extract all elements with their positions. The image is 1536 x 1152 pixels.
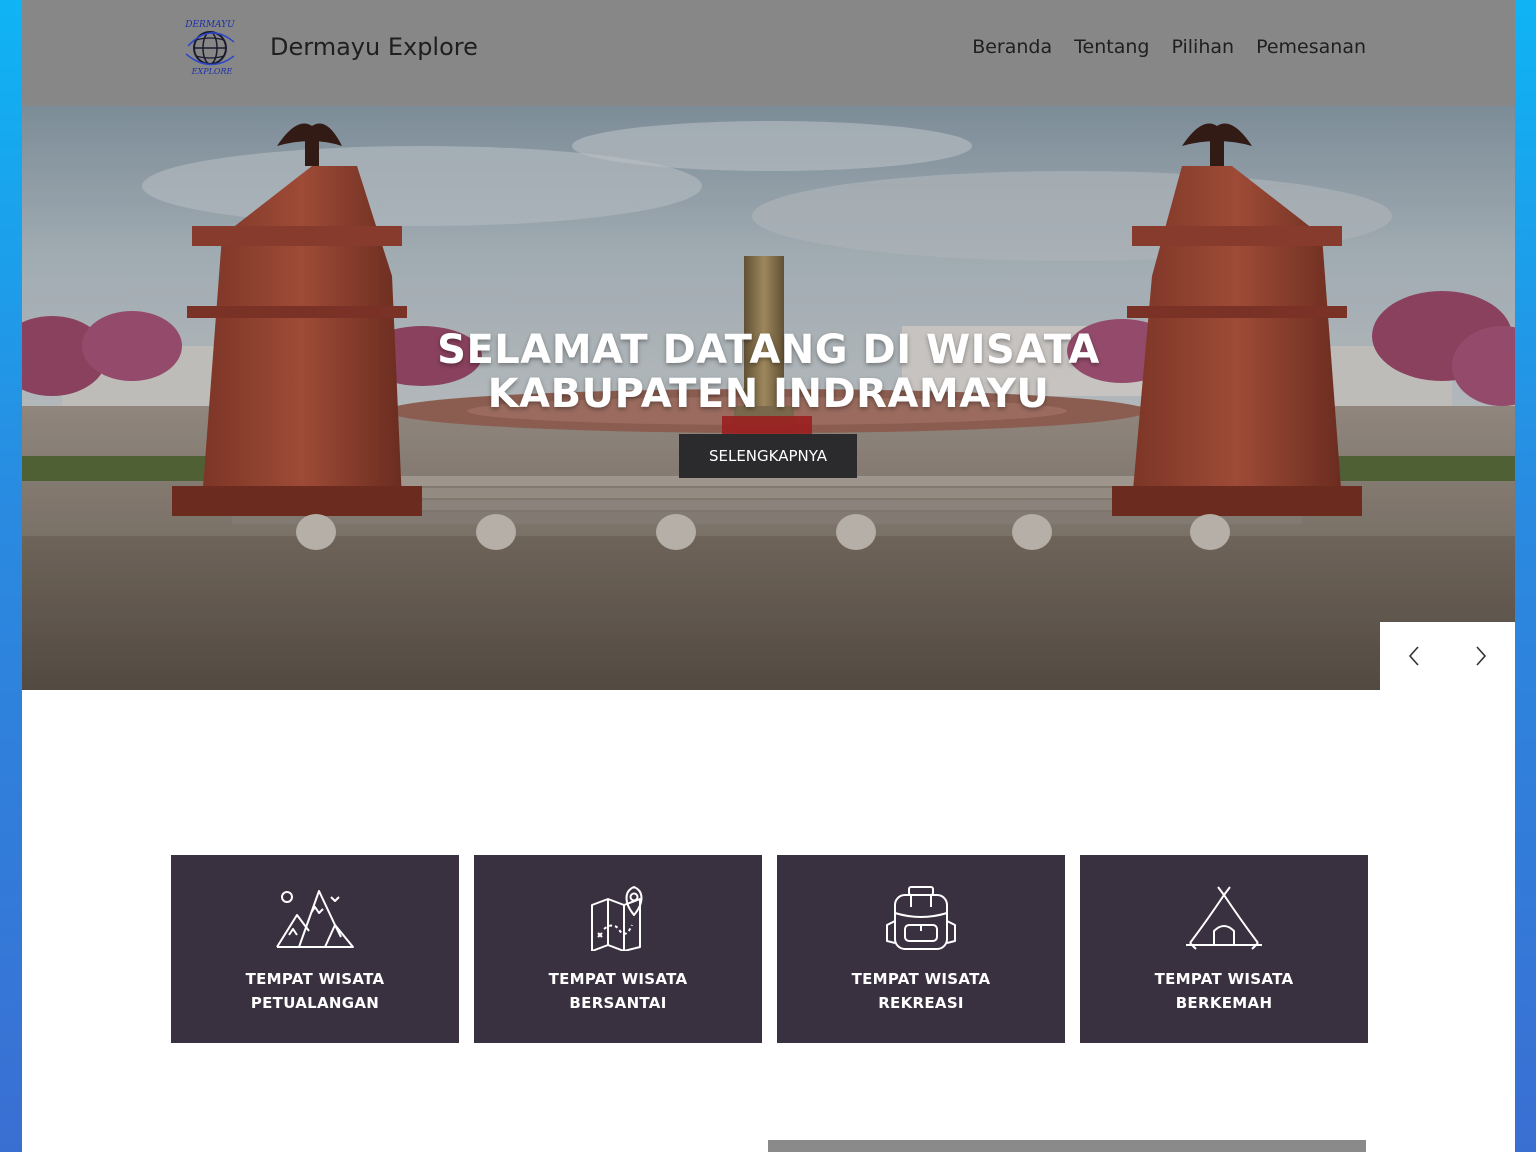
page: DERMAYU EXPLORE Dermayu Explore Beranda … xyxy=(22,0,1515,1152)
hero-title: SELAMAT DATANG DI WISATA KABUPATEN INDRA… xyxy=(22,328,1515,416)
category-card-bersantai[interactable]: TEMPAT WISATA BERSANTAI xyxy=(474,855,762,1043)
category-line1: TEMPAT WISATA xyxy=(245,970,385,988)
category-cards: TEMPAT WISATA PETUALANGAN TEMPAT WISATA … xyxy=(171,855,1368,1043)
nav-item-pilihan[interactable]: Pilihan xyxy=(1171,33,1234,61)
site-header: DERMAYU EXPLORE Dermayu Explore Beranda … xyxy=(22,0,1515,106)
tent-icon xyxy=(1186,886,1262,950)
carousel-next-button[interactable] xyxy=(1447,622,1514,690)
category-card-rekreasi[interactable]: TEMPAT WISATA REKREASI xyxy=(777,855,1065,1043)
category-label: TEMPAT WISATA BERKEMAH xyxy=(1080,967,1368,1015)
hero-title-line2: KABUPATEN INDRAMAYU xyxy=(487,371,1050,417)
category-card-petualangan[interactable]: TEMPAT WISATA PETUALANGAN xyxy=(171,855,459,1043)
category-line1: TEMPAT WISATA xyxy=(1154,970,1294,988)
category-label: TEMPAT WISATA BERSANTAI xyxy=(474,967,762,1015)
nav-item-beranda[interactable]: Beranda xyxy=(972,33,1052,61)
category-line2: REKREASI xyxy=(878,994,964,1012)
category-card-berkemah[interactable]: TEMPAT WISATA BERKEMAH xyxy=(1080,855,1368,1043)
main-nav: Beranda Tentang Pilihan Pemesanan xyxy=(972,33,1366,61)
category-line2: BERSANTAI xyxy=(569,994,667,1012)
chevron-right-icon xyxy=(1475,646,1486,666)
backpack-icon xyxy=(886,886,956,950)
map-pin-icon xyxy=(591,886,643,951)
category-line1: TEMPAT WISATA xyxy=(548,970,688,988)
nav-item-pemesanan[interactable]: Pemesanan xyxy=(1256,33,1366,61)
brand-name[interactable]: Dermayu Explore xyxy=(270,32,478,62)
category-line2: BERKEMAH xyxy=(1175,994,1273,1012)
hero-title-line1: SELAMAT DATANG DI WISATA xyxy=(437,327,1100,373)
logo-text-top: DERMAYU xyxy=(184,20,235,30)
logo-globe-icon[interactable]: DERMAYU EXPLORE xyxy=(182,16,238,76)
mountains-icon xyxy=(276,890,354,948)
next-section-image xyxy=(768,1140,1366,1152)
nav-item-tentang[interactable]: Tentang xyxy=(1074,33,1149,61)
chevron-left-icon xyxy=(1408,646,1419,666)
carousel-controls xyxy=(1380,622,1515,690)
category-label: TEMPAT WISATA PETUALANGAN xyxy=(171,967,459,1015)
carousel-prev-button[interactable] xyxy=(1380,622,1447,690)
category-line1: TEMPAT WISATA xyxy=(851,970,991,988)
category-label: TEMPAT WISATA REKREASI xyxy=(777,967,1065,1015)
hero-carousel: SELAMAT DATANG DI WISATA KABUPATEN INDRA… xyxy=(22,106,1515,690)
category-line2: PETUALANGAN xyxy=(250,994,380,1012)
logo-text-bottom: EXPLORE xyxy=(191,67,233,76)
selengkapnya-button[interactable]: SELENGKAPNYA xyxy=(679,434,857,478)
